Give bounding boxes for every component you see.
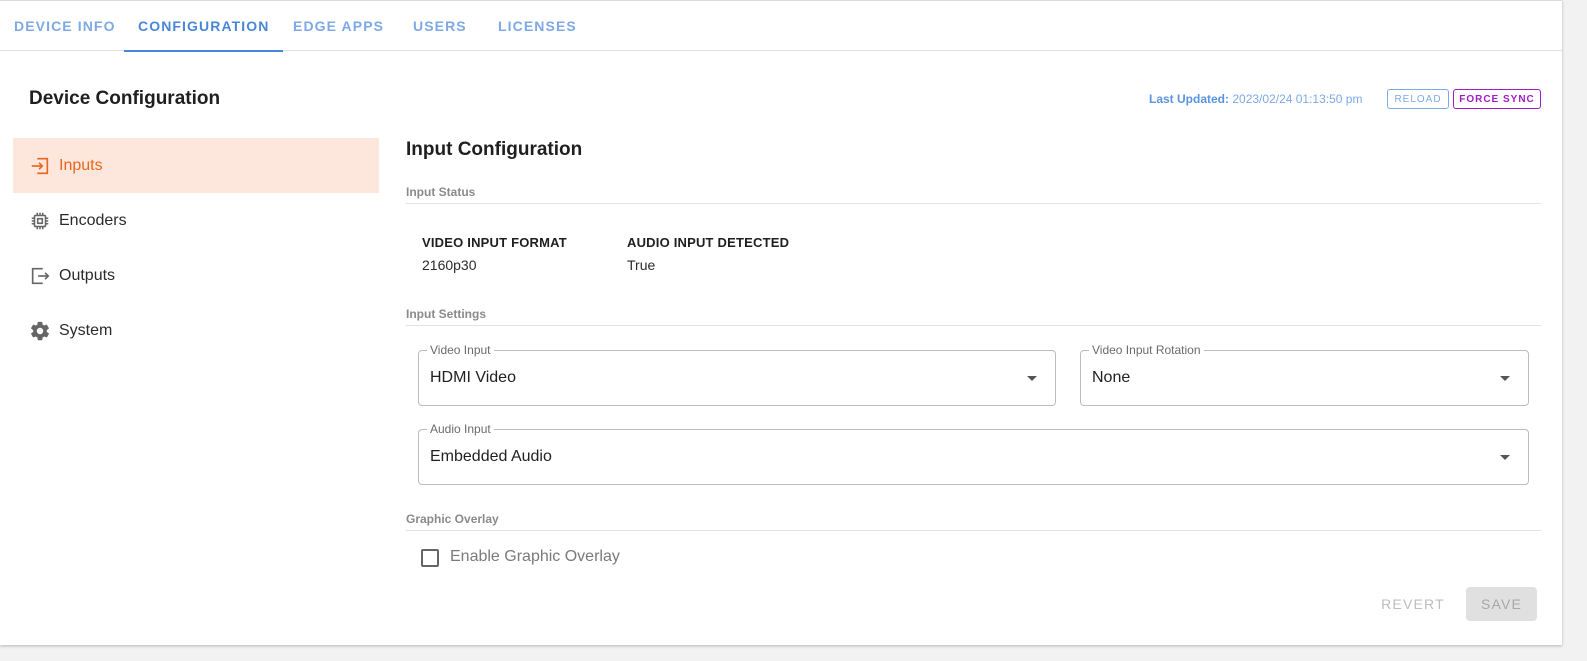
gear-icon: [29, 320, 51, 342]
video-input-select[interactable]: Video Input HDMI Video: [418, 343, 1056, 406]
tab-bar: DEVICE INFO CONFIGURATION EDGE APPS USER…: [0, 1, 1562, 52]
nav-item-encoders[interactable]: Encoders: [13, 193, 379, 248]
tab-device-info[interactable]: DEVICE INFO: [0, 1, 130, 51]
field-value: HDMI Video: [430, 369, 516, 386]
chevron-down-icon: [1027, 376, 1037, 381]
field-value: Embedded Audio: [430, 448, 552, 465]
input-status-heading: Input Status: [406, 185, 1541, 204]
video-input-format-label: VIDEO INPUT FORMAT: [422, 235, 567, 250]
field-label: Video Input: [427, 343, 494, 357]
nav-item-label: Outputs: [59, 266, 116, 284]
last-updated-value: 2023/02/24 01:13:50 pm: [1232, 92, 1363, 106]
video-rotation-select[interactable]: Video Input Rotation None: [1080, 343, 1529, 406]
nav-item-label: Inputs: [59, 156, 103, 174]
graphic-overlay-heading: Graphic Overlay: [406, 512, 1541, 531]
input-icon: [29, 155, 51, 177]
nav-item-label: System: [59, 321, 113, 339]
section-title: Input Configuration: [406, 139, 583, 160]
nav-item-inputs[interactable]: Inputs: [13, 138, 379, 193]
tab-configuration[interactable]: CONFIGURATION: [124, 1, 284, 52]
field-label: Audio Input: [427, 422, 494, 436]
revert-button[interactable]: REVERT: [1371, 587, 1455, 621]
chevron-down-icon: [1500, 455, 1510, 460]
field-value: None: [1092, 369, 1131, 386]
force-sync-button[interactable]: FORCE SYNC: [1453, 89, 1541, 109]
last-updated-label: Last Updated:: [1149, 92, 1230, 106]
audio-input-detected-label: AUDIO INPUT DETECTED: [627, 235, 790, 250]
reload-button[interactable]: RELOAD: [1387, 89, 1449, 109]
nav-item-system[interactable]: System: [13, 303, 379, 358]
audio-input-detected-value: True: [627, 257, 656, 273]
field-label: Video Input Rotation: [1089, 343, 1204, 357]
nav-item-outputs[interactable]: Outputs: [13, 248, 379, 303]
audio-input-select[interactable]: Audio Input Embedded Audio: [418, 422, 1529, 485]
chevron-down-icon: [1500, 376, 1510, 381]
output-icon: [29, 265, 51, 287]
tab-licenses[interactable]: LICENSES: [484, 1, 591, 51]
chip-icon: [29, 210, 51, 232]
main-card: DEVICE INFO CONFIGURATION EDGE APPS USER…: [0, 0, 1562, 645]
video-input-format-value: 2160p30: [422, 257, 477, 273]
nav-item-label: Encoders: [59, 211, 127, 229]
tab-edge-apps[interactable]: EDGE APPS: [279, 1, 398, 51]
save-button[interactable]: SAVE: [1466, 587, 1537, 621]
input-settings-heading: Input Settings: [406, 307, 1541, 326]
page-title: Device Configuration: [29, 88, 221, 109]
tab-users[interactable]: USERS: [399, 1, 481, 51]
enable-graphic-overlay-label[interactable]: Enable Graphic Overlay: [450, 548, 620, 566]
last-updated: Last Updated: 2023/02/24 01:13:50 pm: [1149, 92, 1362, 106]
enable-graphic-overlay-checkbox[interactable]: [421, 549, 439, 567]
